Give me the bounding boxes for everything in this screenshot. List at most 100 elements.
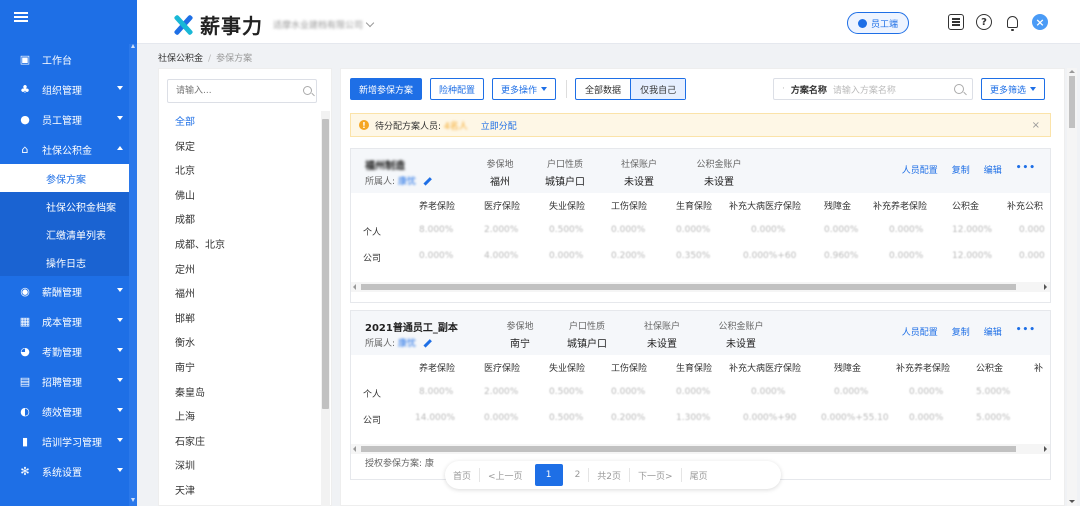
- edit-link[interactable]: 编辑: [984, 163, 1002, 176]
- bell-icon[interactable]: [1004, 14, 1020, 31]
- scheme-search-input[interactable]: 请输入方案名称: [833, 83, 896, 96]
- city-item-all[interactable]: 全部: [167, 111, 317, 136]
- breadcrumb-parent[interactable]: 社保公积金: [158, 54, 203, 64]
- city-item[interactable]: 上海: [167, 406, 317, 431]
- more-filter-button[interactable]: 更多筛选: [981, 78, 1046, 100]
- scroll-left-icon[interactable]: [353, 284, 356, 290]
- more-actions-button[interactable]: 更多操作: [492, 78, 557, 100]
- search-icon[interactable]: [954, 84, 964, 94]
- prev-page-button[interactable]: <上一页: [480, 469, 531, 482]
- scrollbar-thumb[interactable]: [361, 284, 1016, 290]
- city-item[interactable]: 深圳: [167, 455, 317, 480]
- sidebar-sub-item-label: 参保方案: [46, 174, 86, 186]
- horizontal-scrollbar[interactable]: [351, 282, 1050, 292]
- city-item[interactable]: 北京: [167, 160, 317, 185]
- city-item[interactable]: 南宁: [167, 357, 317, 382]
- last-page-button[interactable]: 尾页: [682, 469, 716, 482]
- edit-pencil-icon[interactable]: [423, 339, 432, 348]
- staff-config-link[interactable]: 人员配置: [902, 325, 938, 338]
- meta-location: 参保地 福州: [477, 157, 523, 188]
- scroll-down-icon[interactable]: [1069, 500, 1075, 503]
- copy-link[interactable]: 复制: [952, 325, 970, 338]
- scroll-right-icon[interactable]: [1044, 446, 1047, 452]
- more-icon[interactable]: •••: [1016, 325, 1036, 338]
- city-item[interactable]: 石家庄: [167, 431, 317, 456]
- sidebar-item-org[interactable]: ♣ 组织管理: [0, 74, 137, 104]
- rate-cell: 0.000%+55.10: [821, 413, 889, 423]
- city-list-scrollbar[interactable]: [321, 111, 330, 506]
- sidebar-item-attendance[interactable]: ◕ 考勤管理: [0, 336, 137, 366]
- sidebar-item-training[interactable]: ▮ 培训学习管理: [0, 426, 137, 456]
- city-item[interactable]: 成都: [167, 209, 317, 234]
- sidebar-sub-item-insurance-plan[interactable]: 参保方案: [0, 164, 137, 192]
- city-item[interactable]: 定州: [167, 259, 317, 284]
- city-item[interactable]: 保定: [167, 136, 317, 161]
- staff-config-link[interactable]: 人员配置: [902, 163, 938, 176]
- scroll-up-icon[interactable]: [1069, 70, 1075, 73]
- city-item[interactable]: 佛山: [167, 185, 317, 210]
- city-item[interactable]: 福州: [167, 283, 317, 308]
- scrollbar-thumb[interactable]: [1069, 76, 1075, 128]
- sidebar-item-employee[interactable]: ● 员工管理: [0, 104, 137, 134]
- sidebar-item-settings[interactable]: ✻ 系统设置: [0, 456, 137, 486]
- main-vertical-scrollbar[interactable]: [1067, 68, 1077, 506]
- close-icon[interactable]: ×: [1032, 120, 1040, 131]
- city-item[interactable]: 天津: [167, 480, 317, 505]
- sidebar-item-social-security[interactable]: ⌂ 社保公积金: [0, 134, 137, 164]
- sidebar-item-performance[interactable]: ◐ 绩效管理: [0, 396, 137, 426]
- help-icon[interactable]: ?: [976, 14, 992, 30]
- city-item[interactable]: 秦皇岛: [167, 382, 317, 407]
- row-label: 公司: [363, 416, 382, 426]
- scrollbar-thumb[interactable]: [361, 446, 1016, 452]
- rate-row-personal: 个人 8.000% 2.000% 0.500% 0.000% 0.000% 0.…: [351, 387, 1050, 413]
- person-icon: [857, 18, 867, 28]
- scheme-search-field[interactable]: · 方案名称 请输入方案名称: [773, 78, 973, 100]
- sidebar-sub-item-label: 社保公积金档案: [46, 202, 116, 214]
- edit-link[interactable]: 编辑: [984, 325, 1002, 338]
- sidebar-sub-item-archive[interactable]: 社保公积金档案: [0, 192, 137, 220]
- sidebar-item-dashboard[interactable]: ▣ 工作台: [0, 44, 137, 74]
- dashboard-icon: ▣: [19, 52, 31, 66]
- meta-key: 参保地: [486, 160, 514, 170]
- more-icon[interactable]: •••: [1016, 163, 1036, 176]
- assign-now-link[interactable]: 立即分配: [481, 119, 517, 132]
- city-search-input[interactable]: [167, 79, 317, 103]
- city-item[interactable]: 成都、北京: [167, 234, 317, 259]
- rate-col-header: 公积金: [976, 364, 1004, 374]
- page-2-button[interactable]: 2: [567, 470, 589, 480]
- sidebar-item-cost[interactable]: ▦ 成本管理: [0, 306, 137, 336]
- city-item[interactable]: 邯郸: [167, 308, 317, 333]
- employee-portal-button[interactable]: 员工端: [847, 12, 909, 34]
- sidebar-sub-item-operation-log[interactable]: 操作日志: [0, 248, 137, 276]
- first-page-button[interactable]: 首页: [445, 469, 479, 482]
- next-page-button[interactable]: 下一页>: [630, 469, 681, 482]
- sidebar-item-recruit[interactable]: ▤ 招聘管理: [0, 366, 137, 396]
- sidebar-item-label: 培训学习管理: [42, 437, 102, 449]
- insurance-config-button[interactable]: 险种配置: [430, 78, 485, 100]
- copy-link[interactable]: 复制: [952, 163, 970, 176]
- sidebar-sub-item-payment-list[interactable]: 汇缴清单列表: [0, 220, 137, 248]
- sidebar-item-label: 绩效管理: [42, 407, 82, 419]
- sidebar-item-salary[interactable]: ◉ 薪酬管理: [0, 276, 137, 306]
- close-icon[interactable]: ×: [1032, 14, 1048, 30]
- task-list-icon[interactable]: [948, 14, 964, 30]
- scroll-right-icon[interactable]: [1044, 284, 1047, 290]
- search-icon[interactable]: [303, 86, 312, 95]
- city-item[interactable]: 衡水: [167, 332, 317, 357]
- app-logo[interactable]: 薪事力 适摩水业建档有限公司: [172, 10, 375, 39]
- sidebar-scrollbar[interactable]: [129, 44, 137, 506]
- rate-cell: 0.000%: [484, 413, 519, 423]
- company-selector[interactable]: 适摩水业建档有限公司: [273, 18, 375, 31]
- only-mine-option[interactable]: 仅我自己: [630, 79, 686, 99]
- owner-name: 康忧: [398, 177, 417, 187]
- horizontal-scrollbar[interactable]: [351, 444, 1050, 454]
- scrollbar-thumb[interactable]: [322, 119, 329, 409]
- scroll-left-icon[interactable]: [353, 446, 356, 452]
- meta-value: 城镇户口: [545, 177, 585, 188]
- all-data-option[interactable]: 全部数据: [576, 79, 630, 99]
- hamburger-menu-icon[interactable]: [14, 12, 28, 22]
- chevron-down-icon: [117, 116, 123, 120]
- new-plan-button[interactable]: 新增参保方案: [350, 78, 423, 100]
- page-1-button[interactable]: 1: [534, 464, 563, 486]
- edit-pencil-icon[interactable]: [423, 177, 432, 186]
